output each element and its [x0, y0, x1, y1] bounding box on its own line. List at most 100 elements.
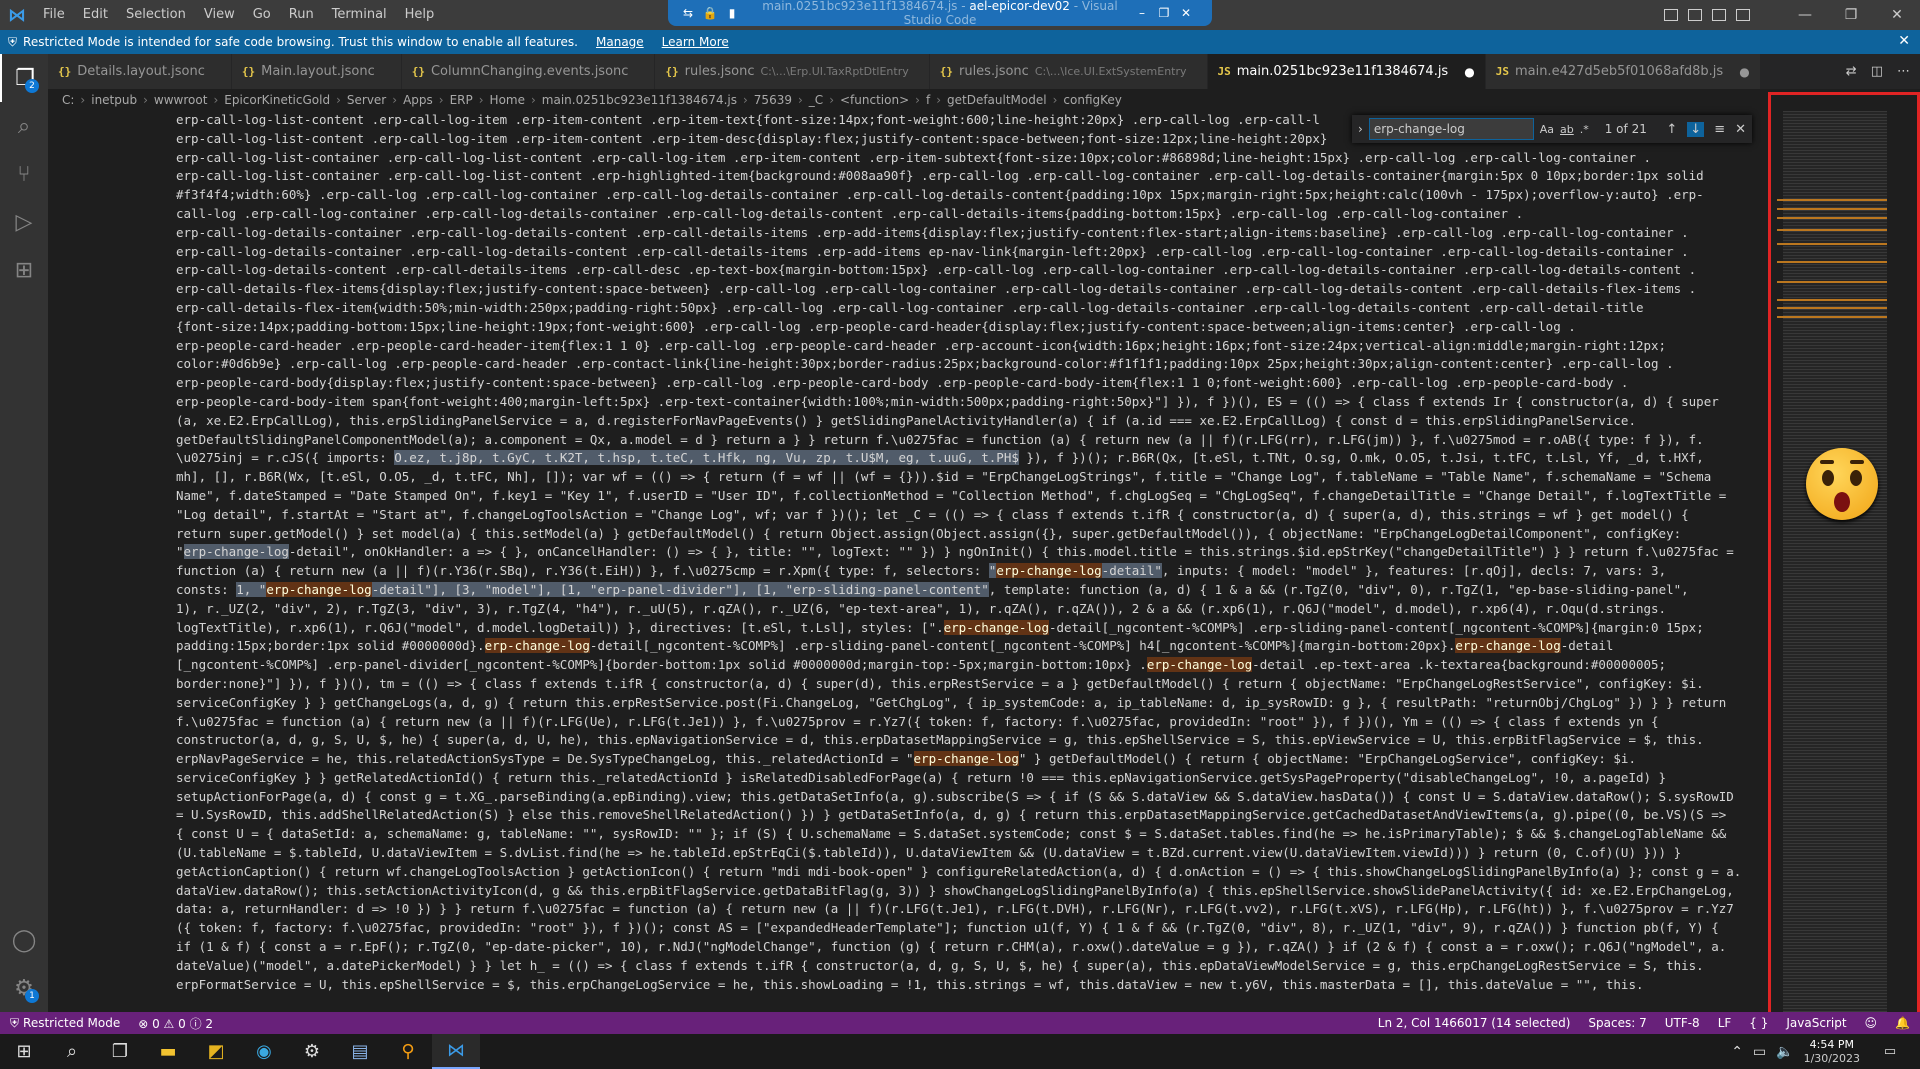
editor-tab[interactable]: JS main.e427d5eb5f01068afd8b.js ●: [1485, 54, 1761, 89]
code-line[interactable]: padding:15px;border:1px solid #0000000d}…: [176, 637, 1746, 656]
code-line[interactable]: getDefaultSlidingPanelComponentModel(a);…: [176, 431, 1746, 450]
breadcrumb-item[interactable]: f: [926, 93, 930, 107]
breadcrumb-item[interactable]: Apps: [403, 93, 433, 107]
close-icon[interactable]: ✕: [1898, 33, 1910, 49]
code-line[interactable]: mh], [], r.B6R(Wx, [t.eSl, O.O5, _d, t.t…: [176, 468, 1746, 487]
explorer-icon[interactable]: ❐ 2: [0, 54, 48, 102]
code-line[interactable]: erp-call-log-list-container .erp-call-lo…: [176, 167, 1746, 186]
breadcrumb-item[interactable]: EpicorKineticGold: [224, 93, 330, 107]
customize-layout-icon[interactable]: [1736, 9, 1750, 21]
code-line[interactable]: dateValue)("model", a.datePickerModel) }…: [176, 957, 1746, 976]
menu-edit[interactable]: Edit: [74, 0, 117, 30]
menu-view[interactable]: View: [195, 0, 244, 30]
volume-icon[interactable]: 🔈: [1776, 1044, 1793, 1060]
feedback-icon[interactable]: ☺: [1865, 1016, 1878, 1030]
end-of-line[interactable]: LF: [1718, 1016, 1732, 1030]
extensions-icon[interactable]: ⊞: [0, 246, 48, 294]
menu-go[interactable]: Go: [244, 0, 280, 30]
gear-icon[interactable]: ⚙ 1: [0, 964, 48, 1012]
find-input[interactable]: [1368, 118, 1534, 140]
account-icon[interactable]: ◯: [0, 916, 48, 964]
editor-tab[interactable]: JS main.0251bc923e11f1384674.js ●: [1207, 54, 1486, 89]
close-remote-icon[interactable]: ✕: [1178, 6, 1194, 20]
language-mode[interactable]: JavaScript: [1786, 1016, 1846, 1030]
minimap[interactable]: [1777, 111, 1887, 1012]
app-icon[interactable]: ◩: [192, 1034, 240, 1069]
indentation[interactable]: Spaces: 7: [1588, 1016, 1646, 1030]
manage-link[interactable]: Manage: [596, 35, 644, 49]
menu-selection[interactable]: Selection: [117, 0, 195, 30]
match-word-toggle[interactable]: ab: [1560, 123, 1574, 136]
menu-help[interactable]: Help: [396, 0, 444, 30]
close-find-icon[interactable]: ✕: [1735, 122, 1746, 137]
editor-tab[interactable]: {} rules.jsonc C:\...\Erp.UI.TaxRptDtlEntr…: [655, 54, 930, 89]
menu-terminal[interactable]: Terminal: [323, 0, 396, 30]
code-line[interactable]: [_ngcontent-%COMP%] .erp-panel-divider[_…: [176, 656, 1746, 675]
server-manager-icon[interactable]: ▤: [336, 1034, 384, 1069]
find-in-selection-icon[interactable]: ≡: [1714, 122, 1725, 137]
code-line[interactable]: erp-call-log-details-container .erp-call…: [176, 224, 1746, 243]
regex-toggle[interactable]: .*: [1580, 123, 1589, 136]
encoding[interactable]: UTF-8: [1665, 1016, 1700, 1030]
breadcrumb-item[interactable]: _C: [809, 93, 823, 107]
menu-run[interactable]: Run: [280, 0, 323, 30]
code-line[interactable]: erp-call-details-flex-item{width:50%;min…: [176, 299, 1746, 318]
code-line[interactable]: border:none}"] }), f })(), tm = (() => {…: [176, 675, 1746, 694]
code-line[interactable]: constructor(a, d, g, S, U, $, he) { supe…: [176, 731, 1746, 750]
more-actions-icon[interactable]: ⋯: [1897, 64, 1910, 79]
code-line[interactable]: return super.getModel() } set model(a) {…: [176, 525, 1746, 544]
breadcrumb-item[interactable]: Server: [347, 93, 386, 107]
cursor-position[interactable]: Ln 2, Col 1466017 (14 selected): [1378, 1016, 1571, 1030]
previous-match-icon[interactable]: ↑: [1666, 122, 1677, 137]
code-line[interactable]: "erp-change-log-detail", onOkHandler: a …: [176, 543, 1746, 562]
breadcrumb-item[interactable]: <function>: [840, 93, 909, 107]
code-line[interactable]: #f3f4f4;width:60%} .erp-call-log .erp-ca…: [176, 186, 1746, 205]
code-line[interactable]: erp-people-card-header .erp-people-card-…: [176, 337, 1746, 356]
code-line[interactable]: dataView.dataRow(); this.setActionActivi…: [176, 882, 1746, 901]
code-line[interactable]: ({ token: f, factory: f.\u0275fac, provi…: [176, 919, 1746, 938]
code-line[interactable]: color:#0d6b9e} .erp-call-log .erp-people…: [176, 355, 1746, 374]
editor-tab[interactable]: {} Main.layout.jsonc: [231, 54, 402, 89]
edge-icon[interactable]: ◉: [240, 1034, 288, 1069]
code-line[interactable]: erp-call-log-details-content .erp-call-d…: [176, 261, 1746, 280]
restricted-mode-indicator[interactable]: ⛨ Restricted Mode: [0, 1012, 130, 1034]
code-line[interactable]: erpNavPageService = he, this.relatedActi…: [176, 750, 1746, 769]
code-line[interactable]: 1), r._UZ(2, "div", 2), r.TgZ(3, "div", …: [176, 600, 1746, 619]
code-content[interactable]: erp-call-log-list-content .erp-call-log-…: [176, 111, 1746, 994]
learn-more-link[interactable]: Learn More: [662, 35, 729, 49]
code-line[interactable]: function (a) { return new (a || f)(r.Y36…: [176, 562, 1746, 581]
code-line[interactable]: if (1 & f) { const a = r.EpF(); r.TgZ(0,…: [176, 938, 1746, 957]
breadcrumb-item[interactable]: Home: [490, 93, 525, 107]
window-title-bar[interactable]: ⇆ 🔒 ▮ main.0251bc923e11f1384674.js - ael…: [668, 0, 1212, 27]
code-line[interactable]: f.\u0275fac = function (a) { return new …: [176, 713, 1746, 732]
language-braces[interactable]: { }: [1749, 1016, 1768, 1030]
code-line[interactable]: serviceConfigKey } } getChangeLogs(a, d,…: [176, 694, 1746, 713]
code-line[interactable]: = U.SysRowID, this.addShellRelatedAction…: [176, 806, 1746, 825]
split-editor-icon[interactable]: ◫: [1871, 64, 1883, 79]
dirty-indicator-icon[interactable]: ●: [1464, 65, 1474, 79]
source-control-icon[interactable]: ⑂: [0, 150, 48, 198]
search-icon[interactable]: ⌕: [0, 102, 48, 150]
code-line[interactable]: {font-size:14px;padding-bottom:15px;line…: [176, 318, 1746, 337]
breadcrumb-item[interactable]: C:: [62, 93, 74, 107]
editor-tab[interactable]: {} Details.layout.jsonc: [48, 54, 232, 89]
code-line[interactable]: erp-people-card-body-item span{font-weig…: [176, 393, 1746, 412]
toggle-replace-icon[interactable]: ›: [1358, 122, 1363, 136]
next-match-icon[interactable]: ↓: [1687, 121, 1705, 137]
code-line[interactable]: erp-call-log-details-container .erp-call…: [176, 243, 1746, 262]
search-tool-icon[interactable]: ⚲: [384, 1034, 432, 1069]
file-explorer-icon[interactable]: ▬: [144, 1034, 192, 1069]
dirty-indicator-icon[interactable]: ●: [1739, 65, 1749, 79]
network-icon[interactable]: ▭: [1753, 1044, 1766, 1060]
windows-start-icon[interactable]: ⊞: [0, 1034, 48, 1069]
toggle-sidebar-icon[interactable]: [1664, 9, 1678, 21]
clock[interactable]: 4:54 PM 1/30/2023: [1804, 1038, 1860, 1066]
remote-icon[interactable]: ⇆: [680, 6, 696, 20]
task-view-icon[interactable]: ❐: [96, 1034, 144, 1069]
restore-remote-icon[interactable]: ❐: [1156, 6, 1172, 20]
breadcrumb-item[interactable]: inetpub: [91, 93, 137, 107]
match-case-toggle[interactable]: Aa: [1540, 123, 1554, 136]
close-button[interactable]: ✕: [1874, 0, 1920, 30]
chevron-up-icon[interactable]: ⌃: [1731, 1044, 1743, 1060]
minimize-remote-icon[interactable]: –: [1134, 6, 1150, 20]
